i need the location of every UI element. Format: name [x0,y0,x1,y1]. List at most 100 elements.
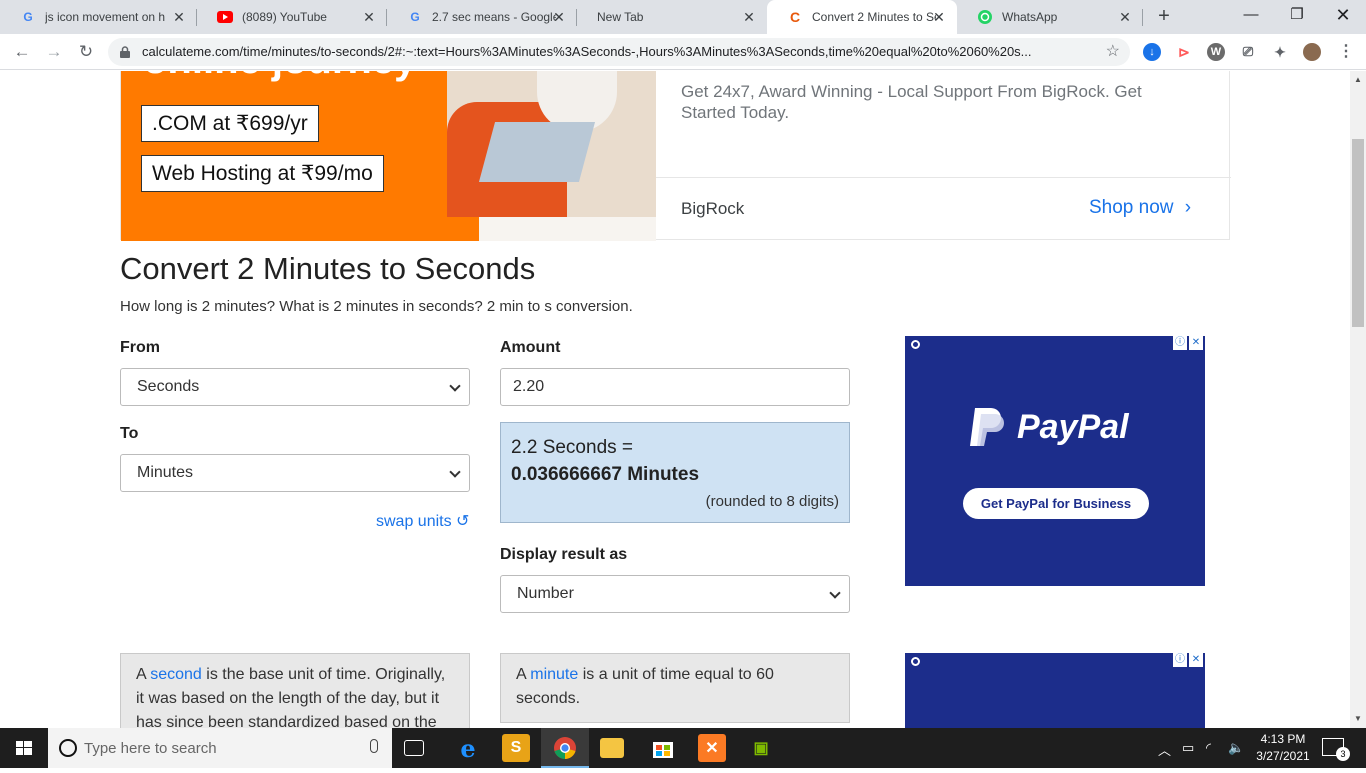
security-app-icon[interactable]: ▣ [747,734,775,762]
clock-time: 4:13 PM [1260,732,1306,746]
banner-description: Get 24x7, Award Winning - Local Support … [681,82,1142,122]
browser-toolbar: ← → ↻ calculateme.com/time/minutes/to-se… [0,34,1366,70]
edge-icon[interactable]: e [454,734,482,763]
taskbar-clock[interactable]: 4:13 PM 3/27/2021 [1248,731,1318,765]
scrollbar-thumb[interactable] [1352,139,1364,327]
close-icon[interactable]: ✕ [741,9,757,25]
minute-info-box: A minute is a unit of time equal to 60 s… [500,653,850,723]
banner-offer-hosting: Web Hosting at ₹99/mo [141,155,384,192]
scroll-down-icon[interactable]: ▼ [1354,714,1362,723]
puzzle-extensions-icon[interactable]: ✦ [1271,43,1289,61]
page-title: Convert 2 Minutes to Seconds [120,251,536,286]
url-text: calculateme.com/time/minutes/to-seconds/… [142,44,1032,59]
battery-icon[interactable]: ▭ [1182,740,1194,756]
to-label: To [120,425,139,442]
ad-brand-icon [911,657,920,666]
minimize-icon[interactable]: — [1228,0,1274,34]
tab-title: WhatsApp [1002,10,1058,24]
paypal-wordmark: PayPal [1017,407,1129,446]
paypal-mark-icon [967,406,1005,448]
result-rounding-note: (rounded to 8 digits) [705,493,839,510]
microphone-icon[interactable] [370,739,378,753]
extension-icon[interactable]: ↓ [1143,43,1161,61]
paypal-business-button[interactable]: Get PayPal for Business [963,488,1149,519]
tab-title: js icon movement on h [45,10,165,24]
chevron-up-icon[interactable]: ︿ [1158,740,1171,759]
close-icon[interactable]: ✕ [1117,9,1133,25]
second-info-box: A second is the base unit of time. Origi… [120,653,470,728]
cast-extension-icon[interactable]: ⊳ [1175,43,1193,61]
chevron-down-icon [449,380,461,392]
wordpress-icon[interactable]: W [1207,43,1225,61]
store-icon[interactable] [649,734,677,762]
media-icon[interactable]: ⎚ [1239,43,1257,61]
adchoices-icon[interactable]: ⓘ [1173,336,1187,350]
tab-calculateme[interactable]: C Convert 2 Minutes to Se ✕ [767,0,957,34]
bookmark-star-icon[interactable]: ☆ [1106,41,1120,61]
scroll-up-icon[interactable]: ▲ [1354,75,1362,84]
adchoices-icon[interactable]: ⓘ [1173,653,1187,667]
google-icon: G [23,10,33,24]
back-arrow-icon[interactable]: ← [10,40,34,64]
tab-new-tab[interactable]: New Tab ✕ [577,0,767,34]
sublime-text-icon[interactable]: S [502,734,530,762]
close-icon[interactable]: ✕ [551,9,567,25]
banner-ad[interactable]: online journey .COM at ₹699/yr Web Hosti… [120,71,1231,241]
amount-label: Amount [500,339,561,356]
tab-title: 2.7 sec means - Google [432,10,556,24]
tab-whatsapp[interactable]: WhatsApp ✕ [957,0,1143,34]
second-side-ad[interactable]: ⓘ ✕ [905,653,1205,728]
clock-date: 3/27/2021 [1256,749,1310,763]
youtube-icon [217,9,233,25]
from-unit-select[interactable]: Seconds [120,368,470,406]
file-explorer-icon[interactable] [600,738,624,758]
result-box: 2.2 Seconds = 0.036666667 Minutes (round… [500,422,850,523]
notification-count-badge: 3 [1336,747,1350,761]
address-bar[interactable]: calculateme.com/time/minutes/to-seconds/… [108,38,1130,66]
close-icon[interactable]: ✕ [931,9,947,25]
close-icon[interactable]: ✕ [361,9,377,25]
ad-close-icon[interactable]: ✕ [1189,653,1203,667]
close-icon[interactable]: ✕ [171,9,187,25]
tab-js-icon[interactable]: G js icon movement on h ✕ [0,0,197,34]
forward-arrow-icon[interactable]: → [42,40,66,64]
display-format-select[interactable]: Number [500,575,850,613]
profile-avatar[interactable] [1303,43,1321,61]
swap-units-link[interactable]: swap units ↺ [376,511,469,531]
notification-center-icon[interactable]: 3 [1322,738,1350,761]
info-text: A [136,666,151,683]
shop-now-label: Shop now [1089,197,1174,218]
paypal-ad[interactable]: ⓘ ✕ PayPal Get PayPal for Business [905,336,1205,586]
wifi-icon[interactable]: ◜ [1206,740,1211,756]
tab-google-search[interactable]: G 2.7 sec means - Google ✕ [387,0,577,34]
new-tab-button[interactable]: + [1152,5,1176,29]
volume-icon[interactable]: 🔈 [1228,740,1244,756]
window-close-icon[interactable]: ✕ [1320,0,1366,34]
reload-icon[interactable]: ↻ [74,40,98,64]
chevron-down-icon [829,587,841,599]
windows-start-icon[interactable] [0,728,48,768]
banner-advertiser: BigRock [681,199,745,218]
lock-icon [120,45,130,58]
to-unit-select[interactable]: Minutes [120,454,470,492]
result-output-text: 0.036666667 Minutes [511,464,700,485]
amount-value: 2.20 [513,378,545,395]
menu-kebab-icon[interactable]: ⋮ [1337,43,1355,61]
amount-input[interactable]: 2.20 [500,368,850,406]
restore-icon[interactable]: ❐ [1274,0,1320,34]
shop-now-link[interactable]: Shop now › [1089,197,1191,219]
cortana-icon [59,739,77,757]
banner-ad-image: online journey .COM at ₹699/yr Web Hosti… [121,71,656,241]
page-content: online journey .COM at ₹699/yr Web Hosti… [0,71,1350,728]
task-view-icon[interactable] [404,740,424,756]
page-scrollbar[interactable]: ▲ ▼ [1350,71,1366,728]
tab-youtube[interactable]: (8089) YouTube ✕ [197,0,387,34]
ad-close-icon[interactable]: ✕ [1189,336,1203,350]
display-format-value: Number [517,585,574,602]
xampp-icon[interactable]: ✕ [698,734,726,762]
chrome-icon[interactable] [551,734,579,762]
second-link[interactable]: second [150,666,202,683]
minute-link[interactable]: minute [530,666,578,683]
taskbar-search-box[interactable]: Type here to search [48,728,392,768]
calculateme-icon: C [789,9,801,25]
